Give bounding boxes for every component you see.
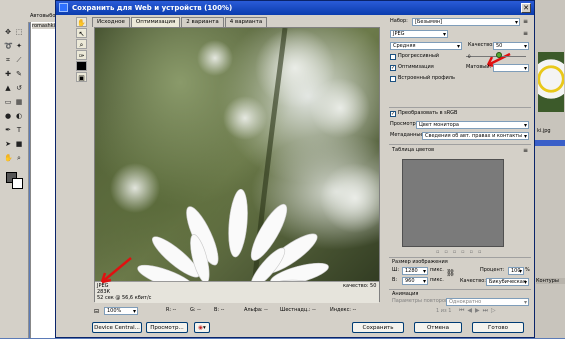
progressive-label: Прогрессивный <box>398 53 440 59</box>
convert-srgb-checkbox[interactable]: ✓ <box>390 111 396 117</box>
browser-icon: ◉ <box>198 325 204 331</box>
type-tool-icon[interactable]: T <box>15 126 23 134</box>
settings-menu-icon[interactable]: ≡ <box>523 30 529 38</box>
frame-counter: 1 из 1 <box>436 308 452 314</box>
save-for-web-dialog: Сохранить для Web и устройств (100%) ✕ И… <box>55 0 535 338</box>
cancel-button[interactable]: Отмена <box>414 322 462 333</box>
loop-select[interactable]: Однократно <box>446 298 529 306</box>
percent-label: Процент: <box>480 267 505 273</box>
preset-menu-icon[interactable]: ≡ <box>523 18 529 26</box>
width-input[interactable]: 1280 <box>402 267 428 275</box>
browser-select-button[interactable]: ◉▾ <box>194 322 210 333</box>
resample-quality-label: Качество: <box>460 278 486 284</box>
pen-tool-icon[interactable]: ✒ <box>4 126 12 134</box>
lasso-tool-icon[interactable]: ➰ <box>4 42 13 50</box>
zoom-minus-icon[interactable]: ⊟ <box>94 308 99 315</box>
marquee-tool-icon[interactable]: ⬚ <box>15 28 23 36</box>
quality-input[interactable]: 50 <box>493 42 529 50</box>
wand-tool-icon[interactable]: ✦ <box>15 42 23 50</box>
ps-right-panels: ki.jpg Контуры <box>534 0 565 338</box>
matte-select[interactable] <box>493 64 529 72</box>
height-input[interactable]: 960 <box>402 277 428 285</box>
g-readout: G: -- <box>190 307 201 313</box>
height-unit: пикс. <box>430 277 444 283</box>
hex-readout: Шестнадц.: -- <box>280 307 316 313</box>
stamp-tool-icon[interactable]: ▲ <box>4 84 12 92</box>
matte-label: Матовый: <box>466 64 492 70</box>
path-select-icon[interactable]: ➤ <box>4 140 12 148</box>
alpha-readout: Альфа: -- <box>244 307 268 313</box>
optimized-checkbox[interactable]: ✓ <box>390 65 396 71</box>
slice-tool-icon[interactable]: ⟋ <box>15 56 23 64</box>
zoom-select[interactable]: 100% <box>104 307 138 315</box>
constrain-link-icon[interactable]: ⛓ <box>446 269 455 277</box>
hand-tool-icon[interactable]: ✋ <box>4 154 13 162</box>
quality-slider-thumb[interactable] <box>496 52 502 58</box>
color-table-tools-icon[interactable]: ▫▫▫▫▫▫ <box>436 249 486 255</box>
preview-button[interactable]: Просмотр... <box>146 322 188 333</box>
quality-label: Качество: <box>468 42 494 48</box>
gradient-tool-icon[interactable]: ▦ <box>15 98 23 106</box>
color-table-swatch <box>402 159 504 247</box>
metadata-label: Метаданные: <box>390 132 426 138</box>
preset-label: Набор: <box>390 18 408 24</box>
blur-tool-icon[interactable]: ● <box>4 112 12 120</box>
quality-preset-select[interactable]: Средняя <box>390 42 462 50</box>
arrow-left <box>101 257 132 283</box>
file-label: ki.jpg <box>537 128 551 134</box>
dodge-tool-icon[interactable]: ◐ <box>15 112 23 120</box>
width-unit: пикс. <box>430 267 444 273</box>
b-readout: B: -- <box>214 307 225 313</box>
navigator-thumbnail <box>538 52 564 112</box>
animation-label: Анимация <box>392 291 419 297</box>
embed-profile-label: Встроенный профиль <box>398 75 455 81</box>
percent-input[interactable]: 100 <box>508 267 524 275</box>
eraser-tool-icon[interactable]: ▭ <box>4 98 12 106</box>
width-label: Ш: <box>392 267 400 273</box>
paths-tab[interactable]: Контуры <box>536 278 565 284</box>
preview-label: Просмотр: <box>390 121 418 127</box>
animation-controls-icon[interactable]: ⏮◀▶⏭▷ <box>459 307 499 315</box>
device-central-button[interactable]: Device Central... <box>92 322 142 333</box>
save-button[interactable]: Сохранить <box>352 322 404 333</box>
resample-select[interactable]: Бикубическая <box>486 278 529 286</box>
brush-tool-icon[interactable]: ✎ <box>15 70 23 78</box>
image-size-label: Размер изображения <box>392 259 448 265</box>
preset-select[interactable]: [Безымян] <box>412 18 520 26</box>
height-label: В: <box>392 277 398 283</box>
color-table-menu-icon[interactable]: ≡ <box>523 147 528 154</box>
metadata-select[interactable]: Сведения об авт. правах и контакты <box>422 132 529 140</box>
optimized-label: Оптимизация <box>398 64 434 70</box>
layer-selected-row[interactable] <box>534 140 565 146</box>
progressive-checkbox[interactable] <box>390 54 396 60</box>
convert-srgb-label: Преобразовать в sRGB <box>398 110 458 116</box>
embed-profile-checkbox[interactable] <box>390 76 396 82</box>
format-select[interactable]: JPEG <box>390 30 448 38</box>
slider-min-mark: 0 <box>468 54 471 59</box>
loop-label: Параметры повторов: <box>392 298 450 304</box>
percent-unit: % <box>525 267 530 273</box>
preview-select[interactable]: Цвет монитора <box>416 121 529 129</box>
history-brush-icon[interactable]: ↺ <box>15 84 23 92</box>
done-button[interactable]: Готово <box>472 322 524 333</box>
shape-tool-icon[interactable]: ■ <box>15 140 23 148</box>
index-readout: Индекс: -- <box>330 307 357 313</box>
r-readout: R: -- <box>166 307 177 313</box>
crop-tool-icon[interactable]: ⌗ <box>4 56 12 64</box>
color-table-label: Таблица цветов <box>392 147 435 153</box>
heal-tool-icon[interactable]: ✚ <box>4 70 12 78</box>
background-color-icon[interactable] <box>12 178 23 189</box>
zoom-tool-icon[interactable]: ⌕ <box>15 154 23 162</box>
move-tool-icon[interactable]: ✥ <box>4 28 12 36</box>
ps-toolbox: ✥ ⬚ ➰ ✦ ⌗ ⟋ ✚ ✎ ▲ ↺ ▭ ▦ ● ◐ ✒ T ➤ ■ ✋ ⌕ <box>0 22 29 338</box>
status-bar: ⊟ 100% R: -- G: -- B: -- Альфа: -- Шестн… <box>94 307 380 317</box>
